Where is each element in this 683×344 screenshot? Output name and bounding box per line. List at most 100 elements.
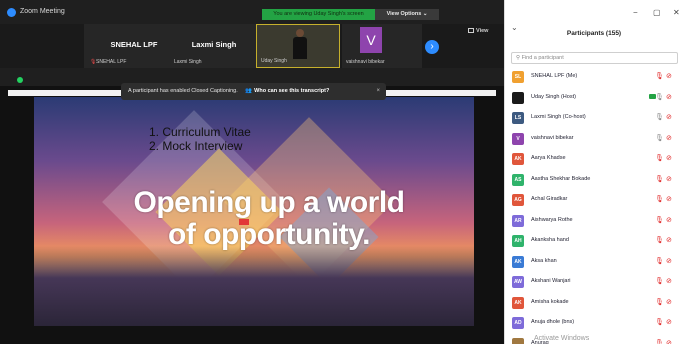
video-off-icon: ⊘ — [666, 216, 672, 224]
next-page-button[interactable]: › — [425, 40, 439, 54]
participant-row[interactable]: SL SNEHAL LPF (Me) 🎙 ⊘ — [505, 66, 683, 87]
tile-caption: vaishnavi bibekar — [346, 59, 385, 65]
avatar: AK — [512, 153, 524, 165]
video-thumbnail-strip: SNEHAL LPF SNEHAL LPF 🎙 Laxmi Singh Laxm… — [0, 24, 504, 68]
mic-muted-icon: 🎙 — [655, 237, 664, 244]
participant-row[interactable]: AW Akshani Wanjari 🎙 ⊘ — [505, 271, 683, 292]
view-options-button[interactable]: View Options ⌄ — [375, 9, 439, 20]
participant-row[interactable]: AD Anuja dhole (bns) 🎙 ⊘ — [505, 312, 683, 333]
participant-row[interactable]: AK Aarya Khadse 🎙 ⊘ — [505, 148, 683, 169]
avatar — [512, 337, 524, 344]
video-off-icon: ⊘ — [666, 93, 672, 101]
video-off-icon: ⊘ — [666, 339, 672, 344]
avatar: V — [512, 132, 524, 145]
avatar: AD — [512, 317, 524, 329]
avatar: AH — [512, 235, 524, 247]
video-off-icon: ⊘ — [666, 298, 672, 306]
tile-caption: Laxmi Singh — [174, 59, 202, 65]
participant-name: Akshani Wanjari — [531, 278, 571, 284]
participant-search-input[interactable]: ⚲ Find a participant — [511, 52, 678, 64]
video-off-icon: ⊘ — [666, 278, 672, 285]
mic-muted-icon: 🎙 — [655, 278, 664, 285]
hsbc-logo-icon — [239, 219, 249, 225]
participant-name: Uday Singh (Host) — [531, 93, 576, 100]
maximize-icon[interactable]: ▢ — [653, 8, 661, 17]
transcript-visibility-link[interactable]: 👥 Who can see this transcript? — [245, 88, 329, 94]
slide-headline: Opening up a world of opportunity. — [133, 186, 406, 251]
city-skyline-image — [34, 246, 474, 326]
mic-muted-icon: 🎙 — [655, 298, 664, 306]
participant-name: Akanksha hand — [531, 237, 569, 243]
participant-row[interactable]: Anurag 🎙 ⊘ — [505, 333, 683, 344]
video-off-icon: ⊘ — [666, 155, 672, 162]
mic-muted-icon: 🎙 — [655, 257, 664, 265]
mic-on-icon: 🎙 — [655, 114, 664, 121]
tile-name: Laxmi Singh — [191, 40, 237, 49]
participant-video — [293, 29, 307, 59]
mic-on-icon: 🎙 — [655, 93, 664, 101]
minimize-icon[interactable]: − — [633, 8, 638, 17]
avatar: SL — [512, 71, 524, 83]
participant-name: Amisha kokade — [531, 298, 569, 305]
view-layout-button[interactable]: View — [468, 28, 488, 34]
avatar: AG — [512, 194, 524, 206]
video-tile-laxmi[interactable]: Laxmi Singh Laxmi Singh — [170, 24, 258, 68]
close-window-icon[interactable]: ✕ — [673, 8, 680, 17]
video-off-icon: ⊘ — [666, 257, 672, 265]
mic-muted-icon: 🎙 — [655, 319, 664, 326]
avatar — [512, 91, 524, 104]
video-tile-snehal[interactable]: SNEHAL LPF SNEHAL LPF 🎙 — [84, 24, 184, 68]
participant-row[interactable]: AR Aishwarya Rothe 🎙 ⊘ — [505, 210, 683, 231]
title-bar: Zoom Meeting You are viewing Uday Singh'… — [0, 0, 504, 24]
slide-agenda-list: 1. Curriculum Vitae 2. Mock Interview — [149, 125, 251, 153]
tile-caption: Uday Singh — [261, 58, 287, 64]
video-tile-uday[interactable]: Uday Singh — [256, 24, 340, 68]
participant-row[interactable]: AK Amisha kokade 🎙 ⊘ — [505, 292, 683, 313]
video-tile-vaishnavi[interactable]: vaishnavi bibekar — [342, 24, 422, 68]
video-off-icon: ⊘ — [666, 134, 672, 142]
avatar: AK — [512, 255, 524, 268]
zoom-window: Zoom Meeting You are viewing Uday Singh'… — [0, 0, 683, 344]
participant-name: Aishwarya Rothe — [531, 216, 573, 223]
participant-name: Laxmi Singh (Co-host) — [531, 114, 586, 120]
participant-name: SNEHAL LPF (Me) — [531, 73, 578, 79]
participant-name: Aastha Shekhar Bokade — [531, 175, 591, 182]
search-icon: ⚲ — [516, 55, 521, 61]
grid-icon — [468, 28, 474, 33]
mic-muted-icon: 🎙 — [655, 155, 664, 162]
avatar: AW — [512, 276, 524, 288]
participant-list: SL SNEHAL LPF (Me) 🎙 ⊘ Uday Singh (Host) 🎙 ⊘ LS… — [505, 66, 683, 344]
participant-name: Anuja dhole (bns) — [531, 319, 575, 325]
participant-row[interactable]: AK Aksa khan 🎙 ⊘ — [505, 251, 683, 272]
tile-caption: SNEHAL LPF — [96, 59, 127, 65]
participants-panel: − ▢ ✕ ⌄ Participants (155) ⚲ Find a part… — [504, 0, 683, 344]
video-off-icon: ⊘ — [666, 319, 672, 326]
mic-muted-icon: 🎙 — [655, 196, 664, 203]
video-off-icon: ⊘ — [666, 73, 672, 80]
participant-name: vaishnavi bibekar — [531, 134, 574, 141]
participant-row[interactable]: AH Akanksha hand 🎙 ⊘ — [505, 230, 683, 251]
zoom-logo-icon — [7, 8, 16, 17]
close-icon[interactable]: × — [376, 83, 380, 100]
participant-name: Achal Giradkar — [531, 196, 568, 202]
presentation-slide: 1. Curriculum Vitae 2. Mock Interview Op… — [34, 97, 474, 326]
mic-muted-icon: 🎙 — [655, 73, 664, 80]
avatar: AR — [512, 214, 524, 227]
avatar-v: V — [360, 27, 382, 53]
activate-windows-watermark: Activate Windows — [534, 335, 590, 342]
mic-muted-icon: 🎙 — [655, 216, 664, 224]
participant-row[interactable]: AG Achal Giradkar 🎙 ⊘ — [505, 189, 683, 210]
mic-muted-icon: 🎙 — [655, 339, 664, 344]
avatar: LS — [512, 112, 524, 124]
muted-mic-icon: 🎙 — [90, 59, 97, 65]
participant-row[interactable]: Uday Singh (Host) 🎙 ⊘ — [505, 87, 683, 108]
participants-title: Participants (155) — [566, 30, 622, 37]
connection-status-icon — [17, 77, 23, 83]
video-off-icon: ⊘ — [666, 237, 672, 244]
participant-row[interactable]: LS Laxmi Singh (Co-host) 🎙 ⊘ — [505, 107, 683, 128]
participant-row[interactable]: AS Aastha Shekhar Bokade 🎙 ⊘ — [505, 169, 683, 190]
viewing-screen-banner: You are viewing Uday Singh's screen — [262, 9, 375, 20]
mic-on-icon: 🎙 — [655, 134, 664, 142]
toast-message: A participant has enabled Closed Caption… — [128, 88, 238, 94]
participant-row[interactable]: Vvaishnavi bibekar 🎙 ⊘ — [505, 128, 683, 149]
